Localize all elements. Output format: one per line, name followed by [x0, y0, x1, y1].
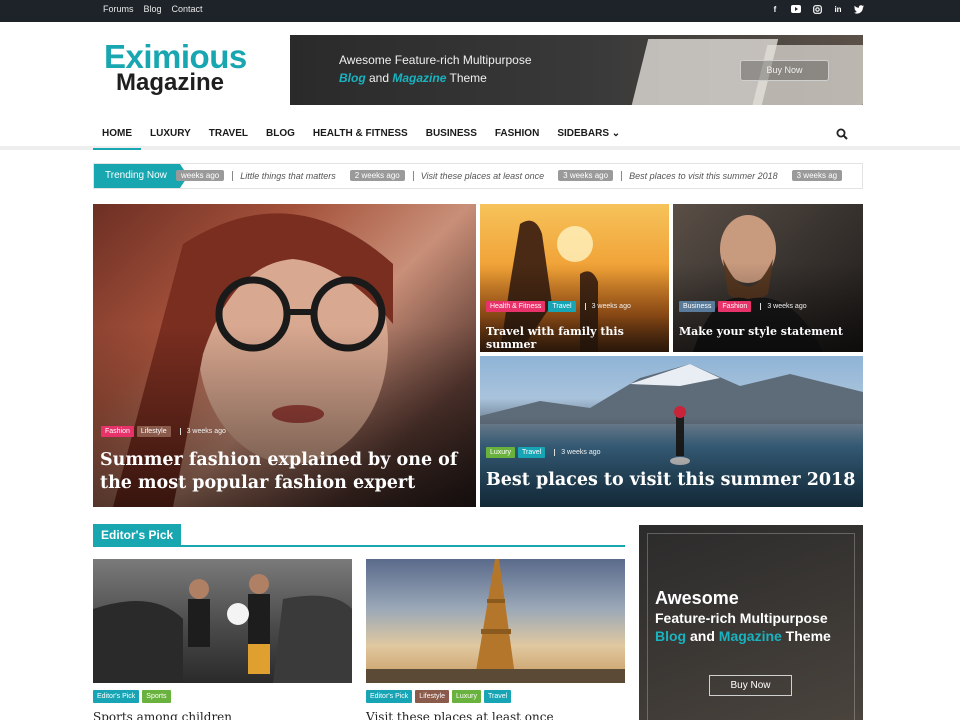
banner-subheadline: Blog and Magazine Theme	[339, 71, 487, 85]
tag-sports[interactable]: Sports	[142, 690, 171, 703]
chevron-down-icon: ⌄	[611, 128, 621, 139]
top-link-contact[interactable]: Contact	[172, 4, 203, 14]
post-thumbnail[interactable]	[93, 559, 352, 683]
hero-post[interactable]: Health & Fitness Travel 3 weeks ago Trav…	[480, 204, 669, 352]
post-title[interactable]: Best places to visit this summer 2018	[486, 470, 855, 490]
hero-post[interactable]: Luxury Travel 3 weeks ago Best places to…	[480, 356, 863, 507]
post-meta: Fashion Lifestyle 3 weeks ago	[101, 426, 226, 437]
post-time: 3 weeks ago	[584, 303, 631, 310]
trending-link[interactable]: Little things that matters	[240, 171, 336, 181]
trending-time-badge: weeks ago	[176, 170, 225, 181]
nav-item-travel[interactable]: TRAVEL	[200, 118, 257, 150]
ad-buy-now-button[interactable]: Buy Now	[709, 675, 792, 696]
logo-subtitle[interactable]: Magazine	[116, 70, 224, 96]
post-tags: Editor's Pick Lifestyle Luxury Travel	[366, 690, 512, 703]
header-banner-ad[interactable]: Awesome Feature-rich Multipurpose Blog a…	[290, 35, 863, 105]
hero-post[interactable]: Business Fashion 3 weeks ago Make your s…	[673, 204, 863, 352]
top-bar: Forums Blog Contact f in	[0, 0, 960, 22]
trending-label: Trending Now	[94, 164, 188, 188]
tag-lifestyle[interactable]: Lifestyle	[415, 690, 449, 703]
post-time: 3 weeks ago	[760, 303, 807, 310]
tag-editors-pick[interactable]: Editor's Pick	[93, 690, 140, 703]
nav-item-home[interactable]: HOME	[93, 118, 141, 150]
divider	[232, 170, 234, 181]
sidebar-ad[interactable]: Awesome Feature-rich Multipurpose Blog a…	[639, 525, 863, 720]
post-meta: Business Fashion 3 weeks ago	[679, 301, 807, 312]
trending-time-badge: 3 weeks ag	[791, 170, 843, 181]
tag-fashion[interactable]: Fashion	[718, 301, 752, 312]
main-nav: HOME LUXURY TRAVEL BLOG HEALTH & FITNESS…	[0, 118, 960, 150]
tag-fashion[interactable]: Fashion	[101, 426, 134, 437]
post-thumbnail-image	[93, 574, 352, 683]
tag-editors-pick[interactable]: Editor's Pick	[366, 690, 413, 703]
tag-luxury[interactable]: Luxury	[486, 447, 516, 458]
instagram-icon[interactable]	[812, 4, 822, 14]
top-link-blog[interactable]: Blog	[144, 4, 162, 14]
trending-time-badge: 3 weeks ago	[558, 170, 614, 181]
post-thumbnail[interactable]	[366, 559, 625, 683]
post-tags: Editor's Pick Sports	[93, 690, 171, 703]
banner-headline: Awesome Feature-rich Multipurpose	[339, 53, 532, 67]
post-time: 3 weeks ago	[554, 449, 601, 456]
post-title[interactable]: Make your style statement	[679, 325, 843, 338]
post-title[interactable]: Summer fashion explained by one of the m…	[100, 449, 470, 495]
divider	[621, 170, 623, 181]
top-link-forums[interactable]: Forums	[103, 4, 134, 14]
trending-time-badge: 2 weeks ago	[349, 170, 405, 181]
post-time: 3 weeks ago	[179, 428, 226, 435]
tag-travel[interactable]: Travel	[484, 690, 512, 703]
linkedin-icon[interactable]: in	[833, 4, 843, 14]
post-meta: Luxury Travel 3 weeks ago	[486, 447, 601, 458]
youtube-icon[interactable]	[791, 4, 801, 14]
post-meta: Health & Fitness Travel 3 weeks ago	[486, 301, 631, 312]
nav-item-health-fitness[interactable]: HEALTH & FITNESS	[304, 118, 417, 150]
post-title[interactable]: Sports among children	[93, 710, 232, 720]
tag-business[interactable]: Business	[679, 301, 716, 312]
banner-buy-now-button[interactable]: Buy Now	[740, 60, 829, 81]
tag-luxury[interactable]: Luxury	[451, 690, 481, 703]
tag-lifestyle[interactable]: Lifestyle	[136, 426, 171, 437]
section-title-editors-pick: Editor's Pick	[93, 524, 182, 546]
ad-headline: Awesome	[655, 588, 739, 608]
top-links: Forums Blog Contact	[103, 4, 203, 14]
tag-health-fitness[interactable]: Health & Fitness	[486, 301, 546, 312]
trending-link[interactable]: Best places to visit this summer 2018	[629, 171, 778, 181]
nav-item-sidebars[interactable]: SIDEBARS ⌄	[548, 118, 629, 150]
tag-travel[interactable]: Travel	[548, 301, 576, 312]
post-thumbnail-image	[366, 559, 625, 683]
hero-main-post[interactable]: Fashion Lifestyle 3 weeks ago Summer fas…	[93, 204, 476, 507]
post-title[interactable]: Travel with family this summer	[486, 325, 669, 351]
nav-item-fashion[interactable]: FASHION	[486, 118, 548, 150]
nav-item-business[interactable]: BUSINESS	[417, 118, 486, 150]
ad-subheadline: Feature-rich Multipurpose	[655, 610, 828, 626]
nav-item-blog[interactable]: BLOG	[257, 118, 304, 150]
section-underline	[93, 545, 625, 547]
trending-link[interactable]: Visit these places at least once	[421, 171, 544, 181]
divider	[412, 170, 414, 181]
post-title[interactable]: Visit these places at least once	[366, 710, 554, 720]
trending-ticker: Trending Now weeks ago Little things tha…	[93, 163, 863, 189]
facebook-icon[interactable]: f	[770, 4, 780, 14]
nav-item-luxury[interactable]: LUXURY	[141, 118, 200, 150]
trending-items: weeks ago Little things that matters 2 w…	[176, 170, 850, 181]
search-icon[interactable]	[836, 127, 850, 141]
twitter-icon[interactable]	[854, 4, 864, 14]
tag-travel[interactable]: Travel	[518, 447, 546, 458]
ad-subheadline: Blog and Magazine Theme	[655, 628, 831, 644]
image-overlay	[480, 416, 863, 507]
social-links: f in	[770, 4, 864, 14]
